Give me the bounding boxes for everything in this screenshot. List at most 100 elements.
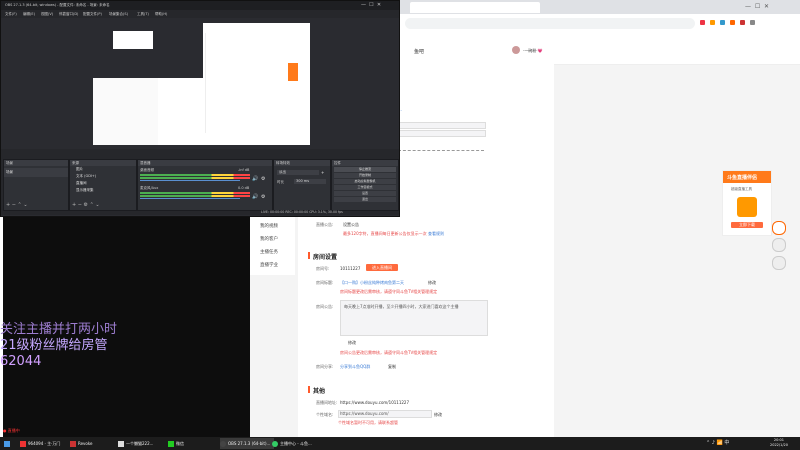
extension-icon[interactable] [700,20,705,25]
menu-scene-collection[interactable]: 场景集合(S) [109,12,128,17]
taskbar-item[interactable]: 主播中心 - 斗鱼... [272,438,312,449]
studio-mode-button[interactable]: 工作室模式 [334,185,396,190]
menu-tools[interactable]: 工具(T) [137,12,149,17]
app-icon [118,441,124,447]
notice-value[interactable]: 设置公告 [343,222,359,228]
app-icon [20,441,26,447]
source-item[interactable]: 直播间 [70,180,136,187]
menu-profile[interactable]: 配置文件(P) [83,12,102,17]
extension-icon[interactable] [730,20,735,25]
extension-icon[interactable] [750,20,755,25]
top-input-2[interactable] [398,130,486,137]
address-bar[interactable] [405,18,695,29]
taskbar-item[interactable]: 微信 [168,438,184,449]
source-item[interactable]: 显示器采集 [70,187,136,194]
mixer-dock: 混音器 桌面音频 -inf dB 🔊 ⚙ 麦克风/Aux 0.0 dB 🔊 ⚙ [137,159,273,211]
menu-file[interactable]: 文件(F) [5,12,17,17]
notice-rules-link[interactable]: 查看规则 [428,231,444,237]
source-image: 图片 [76,167,83,171]
promo-download-button[interactable]: 立即下载 [731,222,763,228]
room-title-warning: 房间标题更改后需审核，请遵守同斗鱼TV相关管理规定 [340,289,438,294]
browser-icon [272,441,278,447]
source-text-gdi: 文本 (GDI+) [76,174,97,178]
sources-dock: 来源 图片 文本 (GDI+) 直播间 显示器采集 + − ⚙ ⌃ ⌄ [69,159,137,211]
taskbar-item[interactable]: Revoke [70,438,93,449]
transition-add-icon[interactable]: + [321,170,324,175]
start-recording-button[interactable]: 开始录制 [334,173,396,178]
speaker-icon[interactable]: 🔊 [252,194,258,200]
sources-toolbar[interactable]: + − ⚙ ⌃ ⌄ [72,202,100,208]
float-help-icon[interactable] [772,238,786,252]
tray-icons[interactable]: ⌃ ♪ 📶 中 [706,438,729,449]
source-item[interactable]: 文本 (GDI+) [70,173,136,180]
taskbar-item-label: Revoke [78,441,93,446]
obs-window-controls[interactable]: — ☐ ✕ [361,2,381,8]
menu-edit[interactable]: 编辑(E) [23,12,35,17]
custom-domain-warning: 个性域名暂时不可用，请联系超管 [338,420,398,425]
source-item[interactable]: 图片 [70,166,136,173]
user-name[interactable]: ·一碗粉·💗 [523,48,543,54]
share-link[interactable]: 分享到斗鱼QQ群 [340,364,370,370]
taskbar-item[interactable]: 一个懒猫222... [118,438,153,449]
room-title-label: 房间标题: [316,280,334,285]
settings-button[interactable]: 设置 [334,191,396,196]
mixer-track-name: 麦克风/Aux [140,186,159,190]
custom-domain-input[interactable]: https://www.douyu.com/ [338,410,432,418]
promo-widget[interactable]: 斗鱼直播伴侣 超级直播工具 立即下载 [722,170,772,236]
scene-item[interactable]: 场景 [4,168,68,177]
room-desc-label: 房间公告: [316,304,334,309]
room-desc-edit[interactable]: 修改 [348,340,356,346]
mixer-volume-slider[interactable] [140,180,240,181]
overlay-line-1: 关注主播并打两小时 [0,322,118,337]
window-controls[interactable]: — ☐ ✕ [745,3,769,10]
notice-warning: 最多120字符，直播间每日更新公告仅显示一次 [343,231,427,236]
share-copy-button[interactable]: 复制 [388,364,396,370]
obs-preview-canvas[interactable] [93,23,310,145]
top-input-1[interactable] [398,122,486,129]
extension-icon[interactable] [710,20,715,25]
transition-duration-input[interactable]: 300 ms [294,179,326,184]
gear-icon[interactable]: ⚙ [261,194,265,200]
room-desc-text: 每天晚上7点准时开播，至少开播四小时，大家进门喜欢这个主播 [344,304,459,309]
room-id-label: 房间号: [316,266,330,271]
active-tab[interactable] [410,2,540,13]
menu-live-study[interactable]: 直播学业 [260,262,278,268]
taskbar-item-label: 964094 · 主·万门 [28,441,61,446]
menu-docks[interactable]: 停靠窗口(D) [59,12,78,17]
transition-duration-label: 时长 [277,180,284,184]
stop-stream-button[interactable]: 停止推流 [334,167,396,172]
avatar[interactable] [512,46,520,54]
float-top-icon[interactable] [772,256,786,270]
overlay-line-2: 21级粉丝牌给房管 [0,338,108,353]
scenes-toolbar[interactable]: + − ⌃ ⌄ [6,202,28,208]
section-room-settings: 房间设置 [313,254,338,261]
custom-domain-edit[interactable]: 修改 [434,412,442,418]
start-virtual-camera-button[interactable]: 启动虚拟摄像机 [334,179,396,184]
transition-select[interactable]: 淡出 [277,170,319,175]
menu-streamer-tasks[interactable]: 主播任务 [260,249,278,255]
speaker-icon[interactable]: 🔊 [252,176,258,182]
menu-my-videos[interactable]: 我的视频 [260,223,278,229]
enter-room-button[interactable]: 进入直播间 [366,264,398,271]
menu-my-clients[interactable]: 我的客户 [260,236,278,242]
room-title-edit[interactable]: 修改 [428,280,436,286]
menu-help[interactable]: 帮助(H) [155,12,167,17]
preview-promo [288,63,298,81]
extension-icon[interactable] [720,20,725,25]
mixer-meter [140,177,250,179]
custom-domain-label: 个性域名: [316,412,334,417]
extension-icon[interactable] [740,20,745,25]
menu-view[interactable]: 视图(V) [41,12,53,17]
clock[interactable]: 20:01 2022/1/20 [770,438,788,448]
mixer-volume-slider[interactable] [140,198,240,199]
nav-link-yuba[interactable]: 鱼吧 [414,48,424,55]
room-desc-textarea[interactable]: 每天晚上7点准时开播，至少开播四小时，大家进门喜欢这个主播 [340,300,488,336]
exit-button[interactable]: 退出 [334,197,396,202]
float-live-icon[interactable] [772,221,786,235]
taskbar-item[interactable]: 964094 · 主·万门 [20,438,60,449]
windows-icon [4,441,10,447]
start-button[interactable] [4,438,12,449]
taskbar-item-active[interactable]: OBS 27.1.3 (64-bit)... [220,438,275,449]
gear-icon[interactable]: ⚙ [261,176,265,182]
addr-value[interactable]: https://www.douyu.com/10111227 [340,400,409,405]
